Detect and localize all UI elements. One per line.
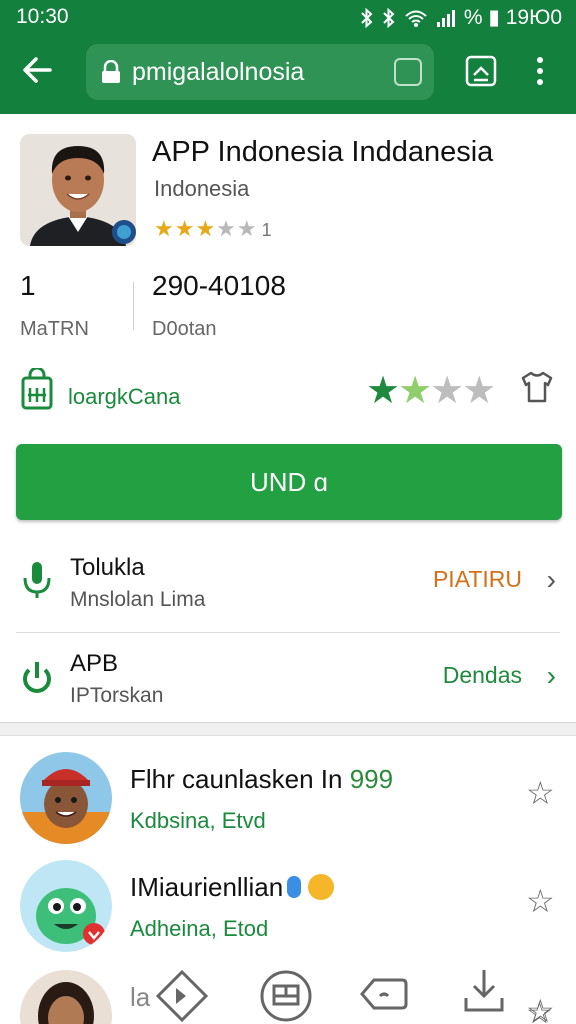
list-item-subtitle: Adheina, Etod: [130, 916, 269, 941]
stat-label: MaTRN: [20, 318, 89, 340]
stars-empty: ★★: [216, 216, 258, 241]
smiley-icon: [308, 874, 335, 900]
row-subtitle: IPTorskan: [70, 684, 164, 707]
apps-icon[interactable]: [258, 966, 314, 1022]
stat-value: 1: [20, 270, 36, 301]
list-item[interactable]: IMiaurienllian Adheina, Etod ☆: [0, 860, 576, 960]
bluetooth-icon: [361, 7, 373, 28]
signal-icon: [436, 9, 455, 27]
chevron-right-icon[interactable]: ›: [547, 564, 556, 596]
wifi-icon: [405, 10, 427, 27]
rating-count: 1: [261, 220, 273, 240]
app-avatar: [20, 134, 136, 246]
row-action[interactable]: PIATIRU: [433, 566, 522, 593]
star-full: ★: [366, 370, 400, 412]
star-half: ★: [398, 370, 432, 412]
row-title: Tolukla: [70, 554, 145, 581]
star-outline-icon[interactable]: ☆: [526, 882, 555, 920]
browser-toolbar: pmigalalolnosia: [0, 40, 576, 104]
back-arrow-icon[interactable]: [18, 48, 58, 92]
row-title: APB: [70, 650, 119, 677]
status-icons: % ▮ 19Ю0: [360, 5, 562, 30]
shirt-icon[interactable]: [520, 370, 554, 404]
stat-size: 290-40108 D0otan: [152, 270, 286, 341]
star-outline-icon[interactable]: ☆: [526, 774, 555, 812]
url-text: pmigalalolnosia: [132, 58, 305, 86]
stat-label: D0otan: [152, 318, 217, 340]
download-icon[interactable]: [456, 966, 512, 1022]
list-item-title: IMiaurienllian: [130, 872, 335, 903]
list-item-subtitle: Kdbsina, Etvd: [130, 808, 266, 833]
app-developer[interactable]: Indonesia: [154, 176, 249, 202]
stat-downloads: 1 MaTRN: [20, 270, 89, 341]
app-bar: 10:30 % ▮ 19Ю0 pmigalalolnosia: [0, 0, 576, 114]
lock-icon: [102, 60, 120, 83]
info-row-2[interactable]: APB IPTorskan Dendas ›: [0, 634, 576, 728]
stars-empty: ★★: [430, 370, 496, 412]
back-nav-icon[interactable]: [356, 966, 412, 1022]
divider: [16, 632, 560, 633]
tab-icon[interactable]: [394, 58, 422, 86]
status-bar: 10:30 % ▮ 19Ю0: [0, 0, 576, 34]
stat-divider: [133, 282, 134, 330]
stat-value: 290-40108: [152, 270, 286, 301]
bottom-navigation: ☆: [0, 966, 576, 1024]
title-text: IMiaurienllian: [130, 872, 284, 902]
section-separator: [0, 722, 576, 736]
install-button[interactable]: UND ɑ: [16, 444, 562, 520]
shopping-bag-icon: [21, 368, 53, 410]
rating-big[interactable]: ★★★★: [366, 368, 496, 413]
category-link[interactable]: loargkCana: [68, 384, 181, 410]
badge-icon: [287, 876, 302, 898]
title-text: Flhr caunlasken In: [130, 764, 343, 794]
stars-full: ★★★: [154, 216, 217, 241]
list-item[interactable]: Flhr caunlasken In 999 Kdbsina, Etvd ☆: [0, 752, 576, 852]
row-subtitle: Mnslolan Lima: [70, 588, 206, 611]
status-right-text: % ▮ 19Ю0: [463, 6, 562, 29]
rating-small: ★★★★★ 1: [154, 216, 273, 242]
star-outline-icon[interactable]: ☆: [526, 996, 553, 1024]
info-row-1[interactable]: Tolukla Mnslolan Lima PIATIRU ›: [0, 538, 576, 632]
row-action[interactable]: Dendas: [443, 662, 522, 689]
bluetooth-icon: [383, 7, 395, 28]
share-icon[interactable]: [464, 54, 498, 88]
url-bar[interactable]: pmigalalolnosia: [86, 44, 434, 100]
list-item-title: Flhr caunlasken In 999: [130, 764, 393, 795]
avatar: [20, 860, 112, 952]
status-time: 10:30: [16, 5, 69, 28]
home-icon[interactable]: [154, 966, 210, 1022]
avatar: [20, 752, 112, 844]
title-number: 999: [349, 764, 394, 794]
power-icon: [23, 662, 51, 693]
more-icon[interactable]: [530, 52, 550, 90]
microphone-icon: [23, 562, 51, 598]
app-title: APP Indonesia Inddanesia: [152, 136, 494, 168]
chevron-right-icon[interactable]: ›: [547, 660, 556, 692]
